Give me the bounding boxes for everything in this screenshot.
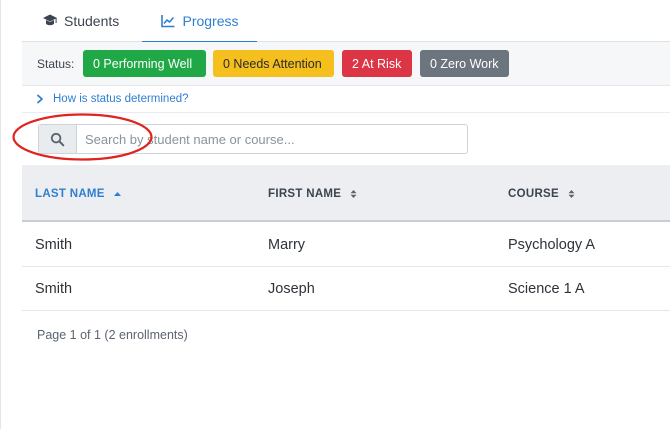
last-name-cell: Smith bbox=[35, 281, 73, 297]
left-border bbox=[0, 0, 1, 429]
search-button[interactable] bbox=[39, 125, 77, 153]
first-name-cell: Marry bbox=[268, 237, 306, 253]
at-risk-badge[interactable]: 2 At Risk bbox=[342, 50, 412, 77]
sort-icon bbox=[349, 189, 358, 199]
how-status-toggle[interactable]: How is status determined? bbox=[22, 86, 670, 113]
line-chart-icon bbox=[160, 13, 176, 29]
column-header-first-name[interactable]: FIRST NAME bbox=[268, 165, 358, 222]
tab-progress[interactable]: Progress bbox=[142, 0, 257, 43]
search-icon bbox=[50, 132, 65, 147]
search-input[interactable] bbox=[77, 125, 467, 153]
table-row[interactable]: Smith Marry Psychology A bbox=[22, 223, 670, 267]
zero-work-badge[interactable]: 0 Zero Work bbox=[420, 50, 509, 77]
column-label-first-name: FIRST NAME bbox=[268, 187, 342, 200]
column-label-last-name: LAST NAME bbox=[35, 187, 105, 200]
chevron-right-icon bbox=[35, 94, 45, 104]
tab-students[interactable]: Students bbox=[42, 0, 119, 42]
column-header-last-name[interactable]: LAST NAME bbox=[35, 165, 122, 222]
column-label-course: COURSE bbox=[508, 187, 560, 200]
column-header-course[interactable]: COURSE bbox=[508, 165, 576, 222]
last-name-cell: Smith bbox=[35, 237, 73, 253]
how-status-label: How is status determined? bbox=[53, 93, 189, 105]
course-cell: Psychology A bbox=[508, 237, 596, 253]
tab-bar: Students Progress bbox=[22, 0, 670, 43]
status-bar: Status: 0 Performing Well 0 Needs Attent… bbox=[22, 42, 670, 86]
pagination-info: Page 1 of 1 (2 enrollments) bbox=[37, 328, 188, 342]
search-bar bbox=[38, 124, 468, 154]
course-cell: Science 1 A bbox=[508, 281, 585, 297]
graduation-cap-icon bbox=[42, 13, 58, 29]
sort-icon bbox=[567, 189, 576, 199]
tab-progress-label: Progress bbox=[182, 13, 239, 29]
performing-well-badge[interactable]: 0 Performing Well bbox=[83, 50, 206, 77]
needs-attention-badge[interactable]: 0 Needs Attention bbox=[213, 50, 334, 77]
tab-students-label: Students bbox=[64, 13, 120, 29]
status-label: Status: bbox=[37, 57, 75, 71]
table-header: LAST NAME FIRST NAME COURSE bbox=[22, 165, 670, 222]
first-name-cell: Joseph bbox=[268, 281, 315, 297]
table-row[interactable]: Smith Joseph Science 1 A bbox=[22, 267, 670, 311]
sort-ascending-icon bbox=[113, 189, 122, 199]
